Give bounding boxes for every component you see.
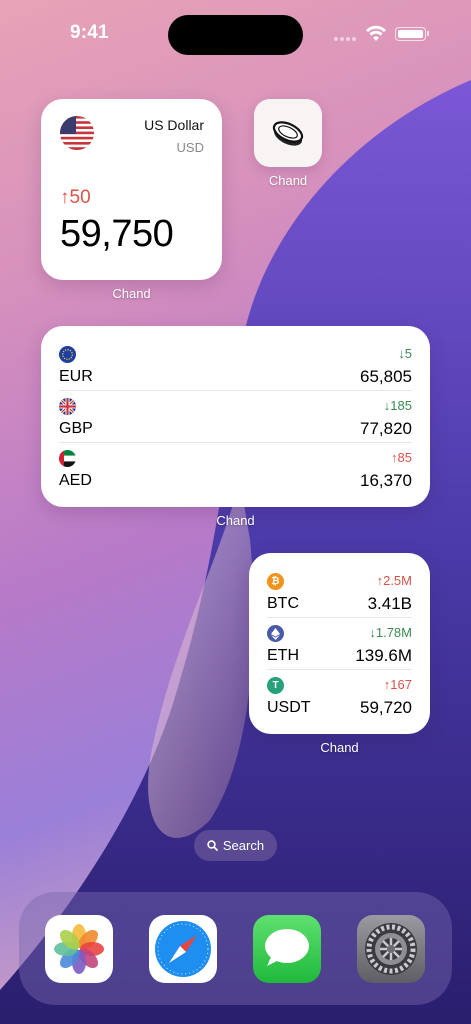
list-item: EUR ↓5 65,805 <box>59 340 412 392</box>
crypto-change: ↑2.5M <box>376 573 412 588</box>
uae-flag-icon <box>59 450 76 467</box>
list-item: GBP ↓185 77,820 <box>59 392 412 444</box>
currency-change: ↓5 <box>398 346 412 361</box>
crypto-code: ETH <box>267 647 299 664</box>
crypto-code: BTC <box>267 595 299 612</box>
cellular-signal-icon <box>334 37 356 41</box>
currency-name: US Dollar <box>144 117 204 133</box>
divider <box>267 669 412 670</box>
divider <box>267 617 412 618</box>
crypto-value: 59,720 <box>360 698 412 717</box>
currency-change: ↑85 <box>391 450 412 465</box>
crypto-value: 139.6M <box>355 646 412 665</box>
dynamic-island <box>168 15 303 55</box>
wifi-icon <box>366 25 386 41</box>
currency-value: 65,805 <box>360 367 412 386</box>
chand-app-label: Chand <box>268 173 308 188</box>
currency-code: EUR <box>59 368 93 385</box>
currency-change: ↑50 <box>60 187 91 208</box>
crypto-value: 3.41B <box>367 594 412 613</box>
list-item: T USDT ↑167 59,720 <box>267 671 412 723</box>
crypto-change: ↑167 <box>383 677 412 692</box>
list-item: AED ↑85 16,370 <box>59 444 412 496</box>
bitcoin-icon: ₿ <box>267 573 284 590</box>
crypto-change: ↓1.78M <box>369 625 412 640</box>
list-item: ₿ BTC ↑2.5M 3.41B <box>267 567 412 619</box>
photos-icon[interactable] <box>45 915 113 983</box>
chand-app-icon[interactable] <box>254 99 322 167</box>
currency-value: 77,820 <box>360 419 412 438</box>
search-icon <box>207 840 218 851</box>
list-item: ETH ↓1.78M 139.6M <box>267 619 412 671</box>
currency-code: USD <box>176 140 204 155</box>
ethereum-icon <box>267 625 284 642</box>
settings-icon[interactable] <box>357 915 425 983</box>
search-label: Search <box>222 838 265 853</box>
currency-code: GBP <box>59 420 93 437</box>
coin-icon <box>272 121 304 146</box>
crypto-widget[interactable]: ₿ BTC ↑2.5M 3.41B ETH ↓1.78M 139.6M T US… <box>249 553 430 734</box>
usd-widget-label: Chand <box>112 286 151 301</box>
crypto-code: USDT <box>267 699 311 716</box>
status-time: 9:41 <box>70 22 109 43</box>
currency-change: ↓185 <box>383 398 412 413</box>
usd-widget[interactable]: US Dollar USD ↑50 59,750 <box>41 99 222 280</box>
crypto-widget-label: Chand <box>320 740 359 755</box>
spotlight-search-button[interactable]: Search <box>194 830 277 861</box>
us-flag-icon <box>60 116 94 150</box>
eu-flag-icon <box>59 346 76 363</box>
status-bar: 9:41 <box>0 0 471 68</box>
dock <box>19 892 452 1005</box>
fiat-currencies-widget[interactable]: EUR ↓5 65,805 GBP ↓185 77,820 AED ↑85 16… <box>41 326 430 507</box>
battery-icon <box>395 27 429 41</box>
tether-icon: T <box>267 677 284 694</box>
currency-code: AED <box>59 472 92 489</box>
messages-icon[interactable] <box>253 915 321 983</box>
uk-flag-icon <box>59 398 76 415</box>
currency-value: 59,750 <box>60 213 174 255</box>
currency-value: 16,370 <box>360 471 412 490</box>
divider <box>59 442 412 443</box>
safari-icon[interactable] <box>149 915 217 983</box>
fiat-widget-label: Chand <box>216 513 255 528</box>
divider <box>59 390 412 391</box>
